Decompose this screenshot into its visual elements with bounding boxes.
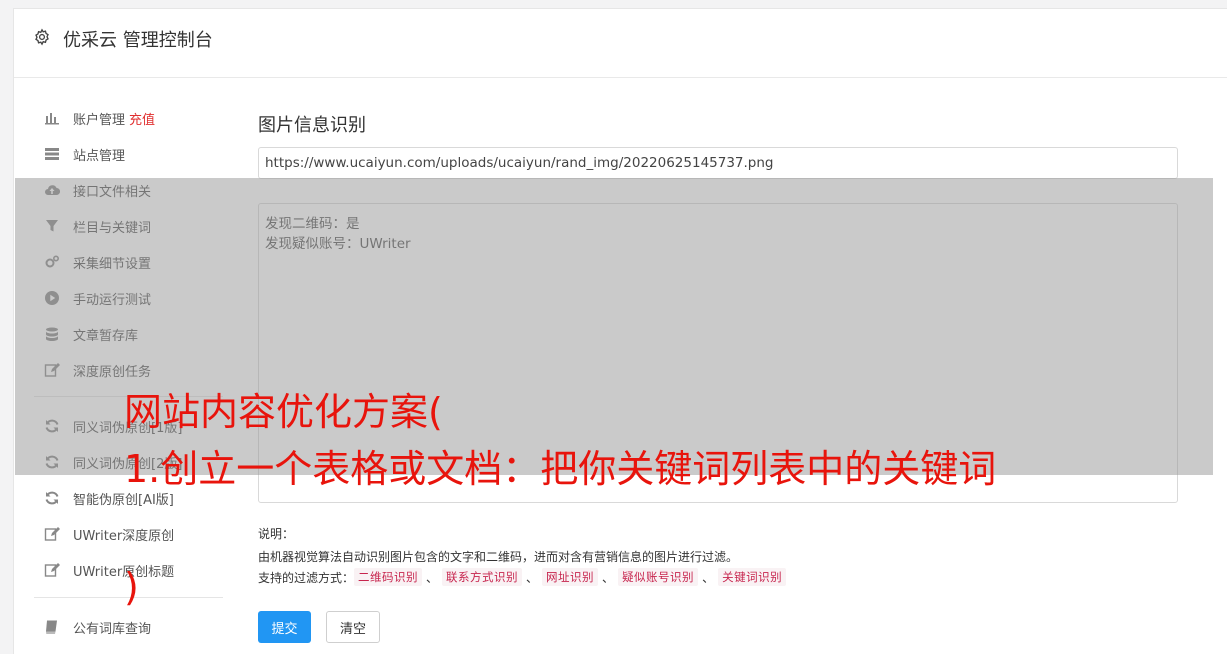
separator: 、 [602,570,615,585]
gear-icon [33,28,51,46]
filter-label: 支持的过滤方式： [258,570,355,585]
separator: 、 [426,570,439,585]
sidebar-item-public-lexicon[interactable]: 公有词库查询 [44,616,151,638]
overlay-text-line: 网站内容优化方案( [124,390,443,434]
filter-methods: 支持的过滤方式： 二维码识别 、 联系方式识别 、 网址识别 、 疑似账号识别 … [258,568,787,586]
sidebar-item-label: 站点管理 [73,148,126,164]
sidebar-item-account[interactable]: 账户管理 充值 [44,107,155,129]
sidebar-item-label: 账户管理 [73,112,126,128]
page-title: 优采云 管理控制台 [63,30,213,51]
overlay-text-line: ) [124,565,139,609]
filter-tag: 疑似账号识别 [618,568,699,586]
sidebar-item-uwriter-title[interactable]: UWriter原创标题 [44,559,174,581]
sidebar-item-sites[interactable]: 站点管理 [44,143,125,165]
section-title: 图片信息识别 [258,115,366,136]
sidebar-item-label: 公有词库查询 [73,621,152,637]
edit-icon [44,562,60,578]
sidebar-item-label: UWriter深度原创 [73,528,175,544]
filter-tag: 二维码识别 [354,568,423,586]
submit-button[interactable]: 提交 [258,611,311,643]
server-icon [44,146,60,162]
sidebar-item-uwriter-deep[interactable]: UWriter深度原创 [44,523,174,545]
image-url-input[interactable] [258,147,1178,179]
bar-chart-icon [44,110,60,126]
refresh-icon [44,490,60,506]
recharge-link[interactable]: 充值 [129,109,155,128]
separator: 、 [702,570,715,585]
filter-tag: 联系方式识别 [442,568,523,586]
clear-button[interactable]: 清空 [326,611,380,643]
overlay-text-line: 1.创立一个表格或文档：把你关键词列表中的关键词 [124,447,997,491]
filter-tag: 网址识别 [542,568,599,586]
book-icon [44,619,60,635]
page-header: 优采云 管理控制台 [14,9,1227,78]
separator: 、 [526,570,539,585]
edit-icon [44,526,60,542]
note-label: 说明： [258,527,295,541]
filter-tag: 关键词识别 [718,568,787,586]
note-text: 由机器视觉算法自动识别图片包含的文字和二维码，进而对含有营销信息的图片进行过滤。 [258,550,739,564]
